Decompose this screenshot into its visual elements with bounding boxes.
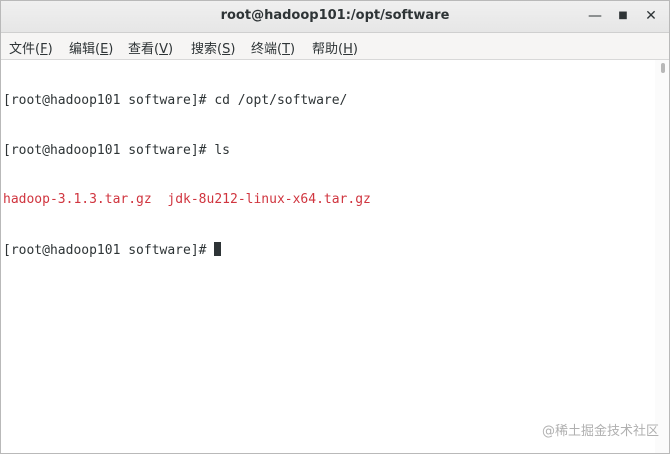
title-bar[interactable]: root@hadoop101:/opt/software — ■ ✕ bbox=[1, 1, 669, 33]
terminal-window: root@hadoop101:/opt/software — ■ ✕ 文件(F)… bbox=[0, 0, 670, 454]
scrollbar[interactable] bbox=[655, 60, 669, 453]
menu-bar: 文件(F) 编辑(E) 查看(V) 搜索(S) 终端(T) 帮助(H) bbox=[1, 33, 669, 60]
shell-prompt: [root@hadoop101 software]# bbox=[3, 93, 215, 108]
shell-command: ls bbox=[214, 142, 230, 158]
terminal-line: [root@hadoop101 software]# ls bbox=[3, 143, 655, 160]
maximize-icon[interactable]: ■ bbox=[612, 5, 634, 27]
menu-terminal[interactable]: 终端(T) bbox=[251, 38, 295, 57]
terminal-line: [root@hadoop101 software]# cd /opt/softw… bbox=[3, 93, 655, 110]
window-title: root@hadoop101:/opt/software bbox=[220, 8, 450, 23]
text-cursor bbox=[214, 241, 222, 256]
shell-prompt: [root@hadoop101 software]# bbox=[3, 142, 215, 158]
menu-search[interactable]: 搜索(S) bbox=[191, 38, 235, 57]
close-icon[interactable]: ✕ bbox=[640, 5, 662, 27]
menu-edit[interactable]: 编辑(E) bbox=[69, 38, 113, 57]
watermark: @稀土掘金技术社区 bbox=[541, 424, 659, 439]
menu-help[interactable]: 帮助(H) bbox=[312, 38, 358, 57]
scrollbar-thumb[interactable] bbox=[661, 63, 665, 73]
menu-file[interactable]: 文件(F) bbox=[9, 38, 53, 57]
menu-view[interactable]: 查看(V) bbox=[128, 38, 173, 57]
terminal-line: [root@hadoop101 software]# bbox=[3, 241, 655, 259]
file-hadoop-archive: hadoop-3.1.3.tar.gz bbox=[3, 192, 152, 207]
terminal-output[interactable]: [root@hadoop101 software]# cd /opt/softw… bbox=[1, 60, 655, 453]
shell-prompt: [root@hadoop101 software]# bbox=[3, 242, 215, 258]
terminal-line: hadoop-3.1.3.tar.gz jdk-8u212-linux-x64.… bbox=[3, 192, 655, 209]
file-jdk-archive: jdk-8u212-linux-x64.tar.gz bbox=[167, 192, 371, 207]
minimize-icon[interactable]: — bbox=[584, 5, 606, 27]
shell-command: cd /opt/software/ bbox=[214, 93, 348, 108]
